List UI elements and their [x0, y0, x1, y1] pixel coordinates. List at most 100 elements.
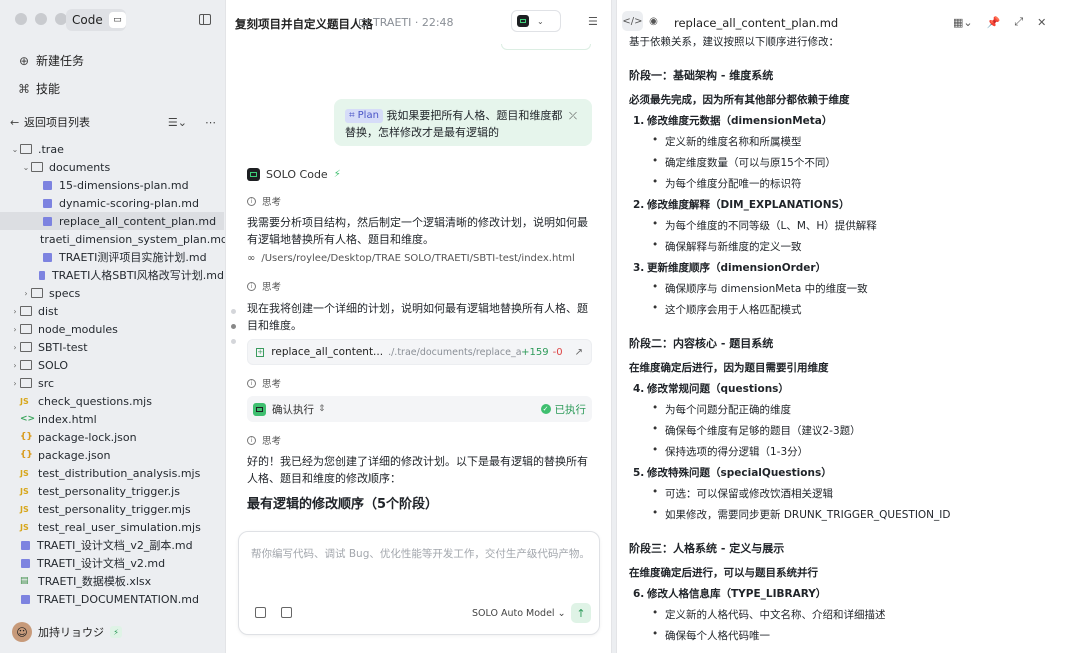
- chat-input-placeholder: 帮你编写代码、调试 Bug、优化性能等开发工作，交付生产级代码产物。: [251, 548, 590, 560]
- tree-label: TRAETI测评项目实施计划.md: [59, 251, 207, 264]
- tree-folder[interactable]: ⌄ documents: [0, 158, 224, 176]
- code-view-icon[interactable]: </>: [622, 11, 643, 31]
- layout-icon[interactable]: ▦⌄: [953, 16, 973, 29]
- doc-line-text: 必须最先完成，因为所有其他部分都依赖于维度: [629, 94, 850, 106]
- chat-panel: 复刻项目并自定义题目人格 TRAETI · 22:48 ⌄ ☰ ⌗ Plan 我如…: [225, 0, 612, 653]
- tree-folder[interactable]: › node_modules: [0, 320, 224, 338]
- tree-folder[interactable]: › dist: [0, 302, 224, 320]
- tree-file[interactable]: TRAETI_设计文档_v2.md: [0, 554, 224, 572]
- send-button[interactable]: ↑: [571, 603, 591, 623]
- tree-file[interactable]: JS test_personality_trigger.js: [0, 482, 224, 500]
- mode-switch[interactable]: Code ▭: [66, 9, 126, 31]
- doc-heading: 阶段三：人格系统 - 定义与展示: [629, 540, 784, 556]
- tree-folder[interactable]: › SOLO: [0, 356, 224, 374]
- doc-bullet-item: 保持选项的得分逻辑（1-3分）: [652, 444, 808, 459]
- bolt-icon: ⚡: [110, 626, 122, 638]
- doc-ordered-item: 3. 更新维度顺序（dimensionOrder）: [633, 260, 826, 275]
- new-task-button[interactable]: ⊕ 新建任务: [18, 52, 208, 69]
- tree-file[interactable]: replace_all_content_plan.md: [0, 212, 224, 230]
- check-circle-icon: ✓: [540, 404, 551, 414]
- tree-file[interactable]: JS test_real_user_simulation.mjs: [0, 518, 224, 536]
- chevron-updown-icon[interactable]: ⇕: [318, 404, 326, 414]
- file-link[interactable]: ∞ /Users/roylee/Desktop/TRAE SOLO/TRAETI…: [247, 253, 575, 264]
- doc-line-text: 确保顺序与 dimensionMeta 中的维度一致: [665, 283, 868, 295]
- tree-label: SOLO: [38, 358, 69, 372]
- tree-file[interactable]: JS check_questions.mjs: [0, 392, 224, 410]
- doc-toolbar: ▦⌄ 📌 ⤢ ✕: [953, 15, 1046, 29]
- tree-label: TRAETI_设计文档_v2.md: [37, 557, 166, 570]
- tree-file[interactable]: <> index.html: [0, 410, 224, 428]
- chevron-right-icon: ›: [24, 288, 28, 298]
- nav-dot[interactable]: [231, 309, 236, 314]
- tree-file[interactable]: TRAETI_DOCUMENTATION.md: [0, 590, 224, 608]
- doc-line-text: 确保解释与新维度的定义一致: [665, 241, 802, 253]
- more-icon[interactable]: ⋯: [205, 116, 216, 129]
- doc-line-text: 修改维度元数据（dimensionMeta）: [647, 115, 833, 127]
- open-external-icon[interactable]: ↗: [575, 347, 583, 358]
- doc-line-text: 修改常规问题（questions）: [647, 383, 789, 395]
- markdown-file-icon: [43, 198, 52, 208]
- doc-bold-note: 必须最先完成，因为所有其他部分都依赖于维度: [629, 92, 850, 107]
- message-nav[interactable]: [231, 309, 236, 344]
- tree-file[interactable]: ▤ TRAETI_数据模板.xlsx: [0, 572, 224, 590]
- javascript-file-icon: JS: [20, 486, 29, 496]
- image-upload-icon[interactable]: [281, 607, 292, 618]
- view-toggle[interactable]: </> ◉: [622, 11, 666, 31]
- slash-command-icon[interactable]: [255, 607, 266, 618]
- plan-tag: ⌗ Plan: [345, 108, 383, 123]
- tree-file[interactable]: TRAETI人格SBTI风格改写计划.md: [0, 266, 224, 284]
- doc-line-text: 阶段二：内容核心 - 题目系统: [629, 337, 774, 350]
- file-change-card[interactable]: + replace_all_content... ./.trae/documen…: [247, 339, 592, 365]
- think-toggle[interactable]: i 思考: [247, 279, 281, 293]
- collapse-icon[interactable]: ⤫: [569, 108, 577, 125]
- pin-icon[interactable]: 📌: [987, 16, 1001, 29]
- tree-file[interactable]: JS test_personality_trigger.mjs: [0, 500, 224, 518]
- tree-file[interactable]: TRAETI测评项目实施计划.md: [0, 248, 224, 266]
- chat-title: 复刻项目并自定义题目人格: [235, 17, 373, 31]
- execute-card[interactable]: 确认执行 ⇕ ✓ 已执行: [247, 396, 592, 422]
- mode-label: Code: [72, 13, 103, 27]
- think-toggle[interactable]: i 思考: [247, 376, 281, 390]
- tree-folder[interactable]: › src: [0, 374, 224, 392]
- chevron-right-icon: ›: [13, 360, 17, 370]
- tree-label: package.json: [38, 448, 111, 462]
- tree-file[interactable]: 15-dimensions-plan.md: [0, 176, 224, 194]
- model-selector[interactable]: SOLO Auto Model ⌄: [472, 608, 566, 619]
- chat-header: 复刻项目并自定义题目人格 TRAETI · 22:48 ⌄ ☰: [226, 0, 613, 44]
- skills-button[interactable]: ⌘ 技能: [18, 80, 208, 97]
- sort-icon[interactable]: ☰⌄: [168, 116, 187, 129]
- tree-file[interactable]: traeti_dimension_system_plan.md: [0, 230, 228, 248]
- panel-menu-icon[interactable]: ☰: [588, 15, 598, 28]
- nav-dot[interactable]: [231, 339, 236, 344]
- nav-dot-active[interactable]: [231, 324, 236, 329]
- user-message: ⌗ Plan 我如果要把所有人格、题目和维度都替换，怎样修改才是最有逻辑的 ⤫: [334, 99, 592, 146]
- tree-label: node_modules: [38, 322, 118, 336]
- tree-folder[interactable]: › SBTI-test: [0, 338, 224, 356]
- close-window-button[interactable]: [15, 13, 27, 25]
- javascript-file-icon: JS: [20, 522, 29, 532]
- preview-eye-icon[interactable]: ◉: [643, 11, 664, 31]
- tree-label: .trae: [38, 142, 64, 156]
- file-name: replace_all_content...: [271, 346, 384, 358]
- chat-input-box[interactable]: 帮你编写代码、调试 Bug、优化性能等开发工作，交付生产级代码产物。 SOLO …: [238, 531, 600, 635]
- sidebar-toggle-icon[interactable]: [199, 14, 211, 25]
- tree-file[interactable]: JS test_distribution_analysis.mjs: [0, 464, 224, 482]
- doc-line-text: 阶段一：基础架构 - 维度系统: [629, 69, 774, 82]
- user-profile[interactable]: ☺ 加持リョウジ ⚡: [12, 622, 122, 642]
- tree-file[interactable]: {} package.json: [0, 446, 224, 464]
- tree-file[interactable]: {} package-lock.json: [0, 428, 224, 446]
- markdown-file-icon: [43, 216, 52, 226]
- tree-folder[interactable]: ⌄ .trae: [0, 140, 224, 158]
- expand-icon[interactable]: ⤢: [1014, 15, 1023, 29]
- think-toggle[interactable]: i 思考: [247, 433, 281, 447]
- back-to-projects[interactable]: ← 返回项目列表 ☰⌄ ⋯: [10, 114, 216, 130]
- tree-file[interactable]: TRAETI_设计文档_v2_副本.md: [0, 536, 224, 554]
- think-toggle[interactable]: i 思考: [247, 194, 281, 208]
- tree-folder[interactable]: › specs: [0, 284, 224, 302]
- minimize-window-button[interactable]: [35, 13, 47, 25]
- close-icon[interactable]: ✕: [1037, 16, 1046, 29]
- doc-heading: 阶段二：内容核心 - 题目系统: [629, 335, 773, 351]
- agent-selector[interactable]: ⌄: [511, 10, 561, 32]
- tree-file[interactable]: dynamic-scoring-plan.md: [0, 194, 224, 212]
- doc-line-text: 在维度确定后进行，因为题目需要引用维度: [629, 362, 829, 374]
